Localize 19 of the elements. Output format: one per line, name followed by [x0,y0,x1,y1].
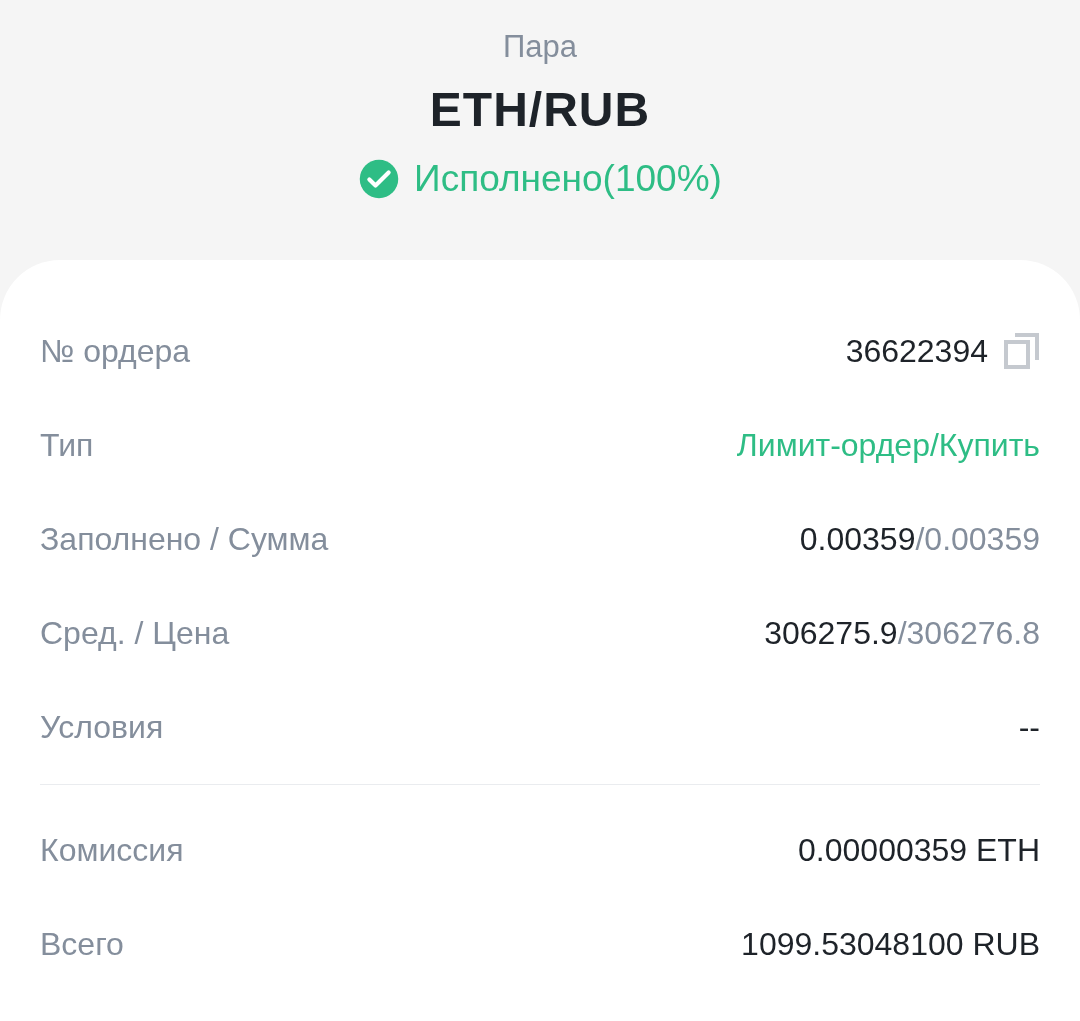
row-value: 306275.9/306276.8 [764,614,1040,653]
row-label: № ордера [40,332,191,371]
row-value: 1099.53048100 RUB [741,925,1040,964]
row-label: Сред. / Цена [40,614,230,653]
row-value: 36622394 [845,332,988,371]
check-circle-icon [358,158,401,200]
row-label: Тип [40,426,94,465]
row-value: Лимит-ордер/Купить [736,426,1040,465]
copy-icon[interactable] [1004,332,1040,370]
status-text: Исполнено(100%) [414,157,722,201]
row-label: Всего [40,925,124,964]
pair-label: Пара [503,28,577,66]
row-value: 0.00000359 ETH [798,831,1040,870]
row-value: 0.00359/0.00359 [799,520,1040,559]
row-label: Комиссия [40,831,184,870]
pair-title: ETH/RUB [429,82,651,138]
row-label: Условия [40,708,164,747]
row-label: Заполнено / Сумма [40,520,329,559]
row-value: -- [1018,708,1040,747]
